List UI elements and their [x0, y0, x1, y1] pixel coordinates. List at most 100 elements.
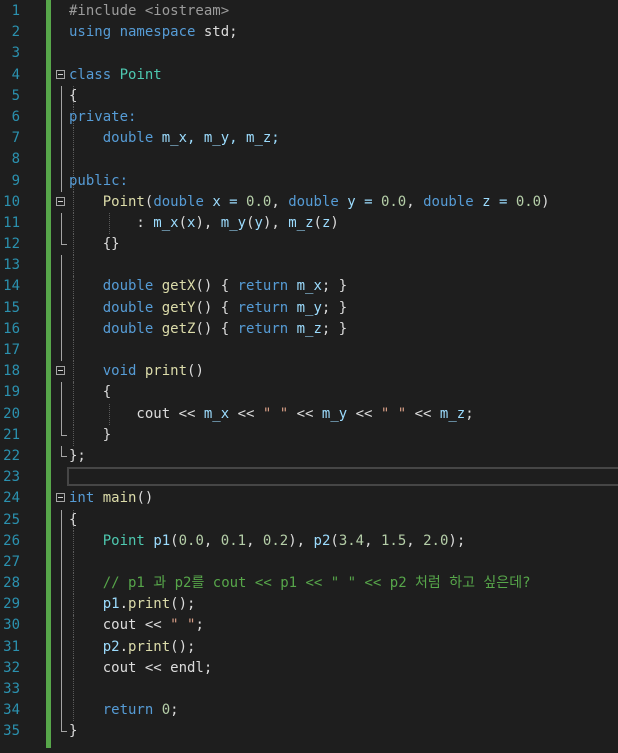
code-token: 3.4	[338, 532, 365, 549]
code-line[interactable]: 10 Point(double x = 0.0, double y = 0.0,…	[0, 191, 618, 213]
code-line[interactable]: 34 return 0;	[0, 700, 618, 722]
code-editor[interactable]: 1 #include <iostream> 2 using namespace std…	[0, 0, 618, 753]
code-token: .	[119, 638, 129, 655]
code-text[interactable]: cout << " ";	[69, 615, 204, 636]
code-text[interactable]: cout << endl;	[69, 658, 213, 679]
code-lines[interactable]: 1 #include <iostream> 2 using namespace std…	[0, 1, 618, 743]
line-number: 2	[11, 24, 20, 41]
code-token: private:	[69, 108, 137, 125]
code-line[interactable]: 15 double getY() { return m_y; }	[0, 297, 618, 319]
code-text[interactable]: };	[69, 446, 86, 467]
code-line[interactable]: 4 class Point	[0, 65, 618, 86]
collapse-icon[interactable]	[56, 493, 65, 503]
fold-line	[61, 573, 62, 595]
code-text[interactable]: double m_x, m_y, m_z;	[69, 128, 280, 149]
code-line[interactable]: 8	[0, 149, 618, 171]
collapse-icon[interactable]	[56, 366, 65, 376]
fold-line	[61, 403, 62, 425]
code-token: ()	[136, 490, 154, 507]
code-line[interactable]: 25 {	[0, 509, 618, 531]
code-token: m_x	[288, 278, 322, 295]
code-token: p1	[153, 532, 171, 549]
code-text[interactable]: private:	[69, 107, 136, 128]
code-line[interactable]: 11 : m_x(x), m_y(y), m_z(z)	[0, 212, 618, 235]
code-text[interactable]: p2.print();	[69, 637, 196, 658]
code-token: main	[102, 490, 137, 507]
code-line[interactable]: 2 using namespace std;	[0, 22, 618, 43]
code-line[interactable]: 13	[0, 255, 618, 277]
code-text[interactable]: public:	[69, 171, 128, 192]
code-line[interactable]: 22};	[0, 445, 618, 467]
code-token: ();	[170, 596, 196, 613]
code-line[interactable]: 21 }	[0, 424, 618, 446]
code-line[interactable]: 18 void print()	[0, 361, 618, 383]
code-text[interactable]: void print()	[69, 361, 204, 382]
code-text[interactable]: {	[69, 510, 77, 531]
fold-line	[61, 509, 62, 531]
code-token: cout << endl;	[69, 659, 213, 676]
code-text[interactable]: Point p1(0.0, 0.1, 0.2), p2(3.4, 1.5, 2.…	[69, 531, 466, 552]
code-text[interactable]: {}	[69, 234, 120, 255]
code-text[interactable]: {	[69, 86, 77, 107]
code-text[interactable]: {	[69, 382, 111, 403]
code-line[interactable]: 12 {}	[0, 234, 618, 256]
code-line[interactable]: 7 double m_x, m_y, m_z;	[0, 128, 618, 150]
code-line[interactable]: 33	[0, 679, 618, 701]
code-text[interactable]: class Point	[69, 65, 162, 86]
code-line[interactable]: 30 cout << " ";	[0, 615, 618, 637]
code-line[interactable]: 9 public:	[0, 170, 618, 192]
fold-line	[61, 594, 62, 616]
code-text[interactable]: }	[69, 721, 77, 742]
code-line[interactable]: 27	[0, 551, 618, 574]
code-text[interactable]: double getZ() { return m_z; }	[69, 319, 347, 340]
code-line[interactable]: 19 {	[0, 382, 618, 404]
code-text[interactable]: using namespace std;	[69, 22, 238, 43]
code-line[interactable]: 29 p1.print();	[0, 594, 618, 616]
indent-guide	[73, 551, 74, 574]
code-text[interactable]: double getY() { return m_y; }	[69, 298, 347, 319]
code-line[interactable]: 31 p2.print();	[0, 636, 618, 658]
line-number: 17	[3, 342, 20, 358]
code-text[interactable]: return 0;	[69, 700, 179, 721]
code-line[interactable]: 23	[0, 467, 618, 488]
code-line[interactable]: 24 int main()	[0, 488, 618, 509]
code-text[interactable]: int main()	[69, 488, 153, 509]
code-line[interactable]: 32 cout << endl;	[0, 657, 618, 679]
fold-line	[61, 636, 62, 658]
code-line[interactable]: 17	[0, 340, 618, 362]
code-line[interactable]: 35}	[0, 721, 618, 742]
code-text[interactable]: #include <iostream>	[69, 1, 229, 22]
code-text[interactable]: Point(double x = 0.0, double y = 0.0, do…	[69, 192, 550, 213]
code-token: {	[69, 384, 112, 401]
code-line[interactable]: 28 // p1 과 p2를 cout << p1 << " " << p2 처…	[0, 573, 618, 595]
collapse-icon[interactable]	[56, 196, 65, 206]
code-line[interactable]: 5{	[0, 85, 618, 107]
code-line[interactable]: 20 cout << m_x << " " << m_y << " " << m…	[0, 403, 618, 425]
code-token: ; }	[321, 299, 348, 316]
line-number: 10	[3, 193, 20, 210]
indent-guide	[73, 149, 74, 171]
code-line[interactable]: 6 private:	[0, 106, 618, 129]
code-text[interactable]: }	[69, 425, 111, 446]
line-number: 19	[3, 384, 20, 401]
code-text[interactable]: : m_x(x), m_y(y), m_z(z)	[69, 213, 338, 234]
code-text[interactable]: // p1 과 p2를 cout << p1 << " " << p2 처럼 하…	[69, 573, 531, 594]
code-text[interactable]: double getX() { return m_x; }	[69, 276, 347, 297]
code-token: ();	[170, 638, 196, 655]
fold-line	[61, 255, 62, 277]
code-token: m_x	[153, 214, 179, 231]
code-line[interactable]: 14 double getX() { return m_x; }	[0, 276, 618, 298]
code-line[interactable]: 1 #include <iostream>	[0, 1, 618, 22]
collapse-icon[interactable]	[56, 69, 65, 79]
code-token: ,	[364, 532, 381, 549]
code-text[interactable]: p1.print();	[69, 594, 196, 615]
code-line[interactable]: 16 double getZ() { return m_z; }	[0, 318, 618, 340]
code-text[interactable]: cout << m_x << " " << m_y << " " << m_z;	[69, 404, 473, 425]
code-line[interactable]: 26 Point p1(0.0, 0.1, 0.2), p2(3.4, 1.5,…	[0, 530, 618, 552]
code-line[interactable]: 3	[0, 43, 618, 64]
